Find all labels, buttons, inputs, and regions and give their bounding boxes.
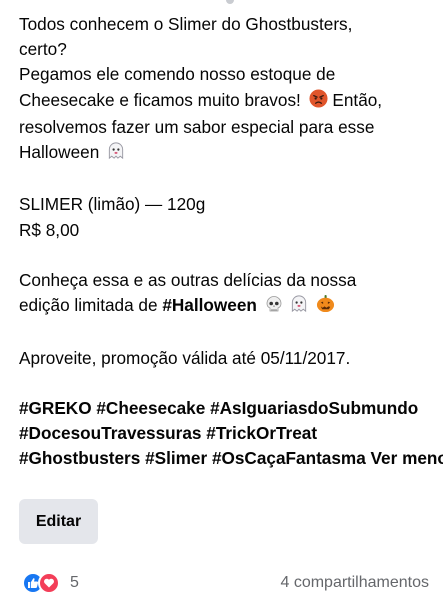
promo-validity: Aproveite, promoção válida até 05/11/201… — [19, 347, 351, 368]
jack-o-lantern-icon — [316, 294, 335, 320]
skull-icon — [265, 295, 283, 320]
post-text-line: resolvemos fazer um sabor especial para … — [19, 116, 375, 137]
post-text-line: certo? — [19, 39, 67, 60]
post-text-line: Conheça essa e as outras delícias da nos… — [19, 270, 357, 290]
post-text-fragment: edição limitada de — [19, 295, 158, 316]
reactions-summary[interactable]: 5 — [22, 572, 79, 594]
share-count-link[interactable]: 4 compartilhamentos — [280, 574, 429, 592]
love-icon — [38, 572, 60, 594]
post-text-line: Cheesecake e ficamos muito bravos! Então… — [19, 88, 429, 115]
post-text-fragment: Cheesecake e ficamos muito bravos! — [19, 89, 301, 110]
see-less-link[interactable]: Ver menos — [371, 448, 443, 468]
hashtag-link[interactable]: #GREKO #Cheesecake #AsIguariasdoSubmundo — [19, 396, 429, 421]
post-body: Todos conhecem o Slimer do Ghostbusters,… — [19, 12, 443, 472]
ghost-icon — [290, 294, 308, 320]
product-price: R$ 8,00 — [19, 219, 80, 240]
hashtag-link: #Ghostbusters #Slimer #OsCaçaFantasma Ve… — [19, 446, 443, 471]
reaction-count: 5 — [70, 574, 79, 591]
ghost-icon — [107, 141, 125, 167]
post-text-fragment: Então, — [332, 89, 383, 110]
post-text-fragment: Halloween — [19, 142, 100, 163]
edit-button[interactable]: Editar — [19, 499, 98, 544]
post-text-line: Halloween — [19, 140, 429, 167]
post-text-line: edição limitada de #Halloween — [19, 293, 429, 320]
scroll-indicator — [226, 0, 234, 4]
hashtag-link[interactable]: #Halloween — [162, 295, 257, 315]
post-text-line: Pegamos ele comendo nosso estoque de — [19, 64, 336, 85]
hashtag-link[interactable]: #Ghostbusters #Slimer #OsCaçaFantasma — [19, 448, 366, 468]
hashtag-link[interactable]: #DocesouTravessuras #TrickOrTreat — [19, 421, 429, 446]
angry-face-icon — [309, 89, 328, 115]
product-name: SLIMER (limão) — 120g — [19, 194, 206, 215]
post-footer: 5 4 compartilhamentos — [0, 570, 443, 600]
post-text-line: Todos conhecem o Slimer do Ghostbusters, — [19, 14, 353, 34]
